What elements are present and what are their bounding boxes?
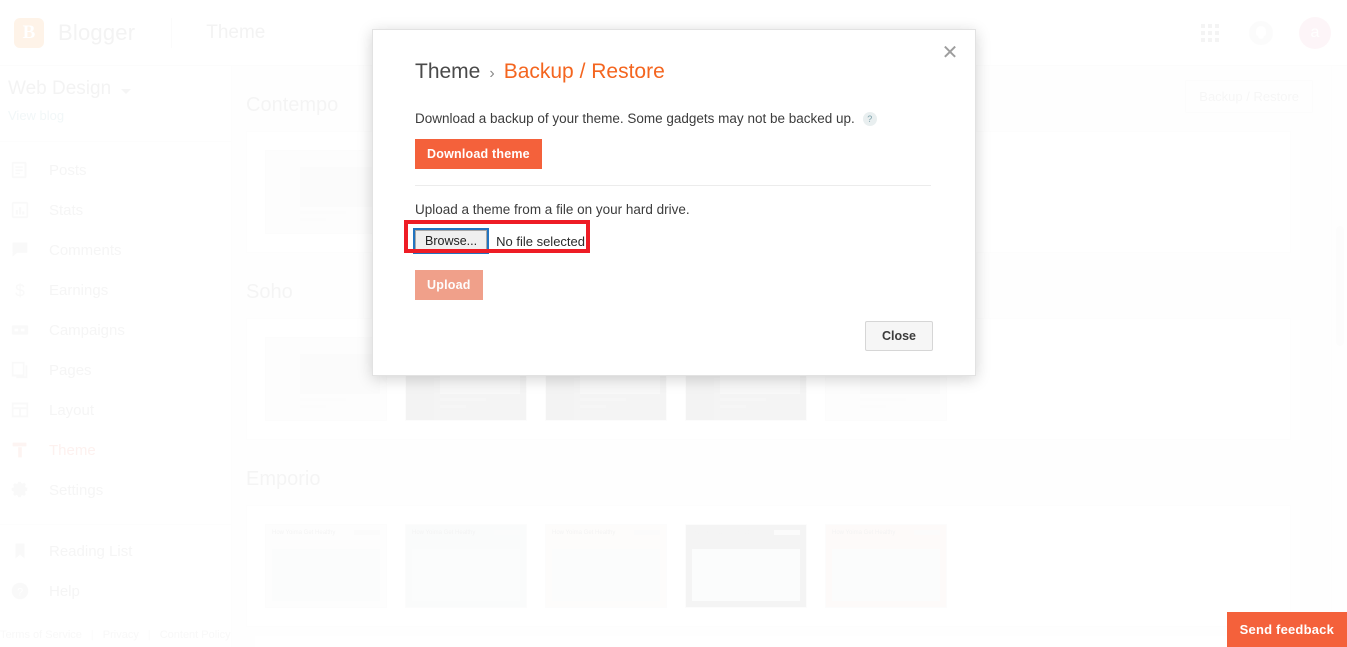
theme-thumbnail-title: How Yoima Get Healthy [552,530,615,536]
theme-thumbnail-title: How Yoima Get Healthy [832,530,895,536]
view-blog-link[interactable]: View blog [0,100,231,123]
sidebar-item-label: Reading List [49,543,132,560]
settings-gear-icon [9,479,31,501]
breadcrumb-parent[interactable]: Theme [415,60,480,84]
reading-list-bookmark-icon [9,540,31,562]
backup-restore-modal: ✕ Theme › Backup / Restore Download a ba… [372,29,976,376]
sidebar-item-reading-list[interactable]: Reading List [0,531,231,571]
sidebar-item-label: Stats [49,202,83,219]
upload-button[interactable]: Upload [415,270,483,300]
layout-icon [9,399,31,421]
browse-button[interactable]: Browse... [415,230,487,252]
theme-thumbnail[interactable]: How Yoima Get Healthy [545,524,667,608]
sidebar-nav: Posts Stats Comments $ Earnings Campaign… [0,141,231,611]
blogger-logo-letter: B [14,18,44,48]
footer-links: Terms of Service | Privacy | Content Pol… [0,629,232,641]
upload-description: Upload a theme from a file on your hard … [415,202,933,217]
stats-icon [9,199,31,221]
sidebar-item-pages[interactable]: Pages [0,350,231,390]
page-title: Theme [206,22,265,44]
file-status-label: No file selected. [496,234,589,249]
help-question-icon[interactable]: ? [863,112,877,126]
sidebar-item-label: Earnings [49,282,108,299]
earnings-dollar-icon: $ [9,279,31,301]
blog-selector[interactable]: Web Design [0,66,231,100]
footer-link-content-policy[interactable]: Content Policy [160,629,231,641]
sidebar-item-earnings[interactable]: $ Earnings [0,270,231,310]
pages-icon [9,359,31,381]
sidebar-item-label: Layout [49,402,94,419]
footer-separator: | [148,629,151,641]
theme-thumbnail-title: How Yoima Get Healthy [692,530,755,536]
sidebar-item-comments[interactable]: Comments [0,230,231,270]
download-description: Download a backup of your theme. Some ga… [415,111,933,126]
theme-thumbnail[interactable]: How Yoima Get Healthy [265,524,387,608]
vertical-scrollbar[interactable] [1331,66,1347,647]
footer-link-terms[interactable]: Terms of Service [0,629,82,641]
chevron-down-icon [121,89,131,94]
sidebar-item-posts[interactable]: Posts [0,150,231,190]
blog-selector-label: Web Design [8,78,111,100]
theme-thumbnail-title: How Yoima Get Healthy [272,530,335,536]
sidebar-item-stats[interactable]: Stats [0,190,231,230]
svg-text:?: ? [17,587,23,599]
theme-thumbnail-title: How Yoima Get Healthy [412,530,475,536]
send-feedback-button[interactable]: Send feedback [1227,612,1347,647]
sidebar-item-label: Posts [49,162,87,179]
sidebar-item-label: Campaigns [49,322,125,339]
footer-separator: | [91,629,94,641]
modal-body: Theme › Backup / Restore Download a back… [373,30,975,300]
notifications-bell-icon[interactable] [1249,21,1273,45]
theme-thumbnail[interactable] [265,337,387,421]
sidebar-item-campaigns[interactable]: Campaigns [0,310,231,350]
breadcrumb-current: Backup / Restore [504,60,665,84]
backup-restore-button[interactable]: Backup / Restore [1185,80,1313,113]
sidebar-item-label: Help [49,583,80,600]
theme-thumbnail[interactable] [265,150,387,234]
blogger-logo-icon[interactable]: B [14,18,44,48]
svg-text:$: $ [15,280,25,300]
download-theme-button[interactable]: Download theme [415,139,542,169]
scrollbar-thumb[interactable] [1336,226,1344,346]
top-bar-actions: a [1201,17,1347,49]
theme-thumbnail[interactable]: How Yoima Get Healthy [405,524,527,608]
theme-thumbnail[interactable]: How Yoima Get Healthy [685,524,807,608]
posts-icon [9,159,31,181]
sidebar-item-help[interactable]: ? Help [0,571,231,611]
sidebar-item-label: Theme [49,442,96,459]
sidebar-item-label: Pages [49,362,92,379]
theme-thumbnail[interactable]: How Yoima Get Healthy [825,524,947,608]
file-input-group: Browse... No file selected. [415,230,589,252]
apps-grid-icon[interactable] [1201,24,1219,42]
theme-group-title: Emporio [246,440,1331,505]
theme-icon [9,439,31,461]
theme-thumb-panel: How Yoima Get Healthy How Yoima Get Heal… [246,505,1291,627]
breadcrumb-separator-icon: › [489,65,494,83]
avatar[interactable]: a [1299,17,1331,49]
help-question-icon: ? [9,580,31,602]
comments-icon [9,239,31,261]
close-button[interactable]: Close [865,321,933,351]
sidebar-item-settings[interactable]: Settings [0,470,231,510]
brand-title: Blogger [58,20,135,46]
sidebar-item-label: Settings [49,482,103,499]
sidebar-item-layout[interactable]: Layout [0,390,231,430]
breadcrumb: Theme › Backup / Restore [415,60,933,84]
file-input-row: Browse... No file selected. [415,230,589,252]
sidebar-item-theme[interactable]: Theme [0,430,231,470]
modal-divider [415,185,931,186]
sidebar-item-label: Comments [49,242,122,259]
header-divider [171,18,172,48]
sidebar-divider [0,524,231,525]
campaigns-ad-icon [9,319,31,341]
close-icon[interactable]: ✕ [938,42,962,66]
download-description-text: Download a backup of your theme. Some ga… [415,111,855,126]
footer-link-privacy[interactable]: Privacy [103,629,139,641]
sidebar: Web Design View blog Posts Stats Comment… [0,66,232,647]
